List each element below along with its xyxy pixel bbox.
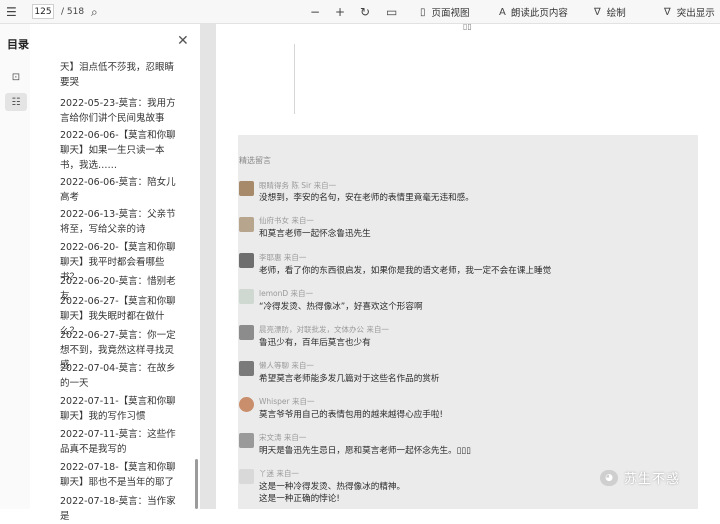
avatar bbox=[239, 361, 254, 376]
comment-text: 老师，看了你的东西很启发，如果你是我的语文老师，我一定不会在课上睡觉 bbox=[259, 266, 552, 276]
plus-icon: + bbox=[335, 5, 346, 19]
comment-author: 眼睛得务 陈 Sir 来自一 bbox=[259, 181, 337, 190]
avatar bbox=[239, 325, 254, 340]
toc-title: 目录 bbox=[7, 38, 29, 51]
avatar bbox=[239, 433, 254, 448]
search-icon: ⌕ bbox=[91, 4, 98, 19]
page-marker: ▯▯ bbox=[463, 22, 472, 31]
toc-item[interactable]: 2022-07-11-【莫言和你聊聊天】我的写作习惯 bbox=[60, 394, 182, 424]
toc-item[interactable]: 2022-07-11-莫言：这些作品真不是我写的 bbox=[60, 427, 182, 457]
rotate-icon: ↻ bbox=[360, 5, 371, 19]
rotate-button[interactable]: ↻ bbox=[360, 0, 370, 24]
toc-item[interactable]: 2022-06-06-莫言：陪女儿高考 bbox=[60, 175, 182, 205]
fit-page-icon: ▭ bbox=[386, 5, 398, 19]
toc-item[interactable]: 天】泪点低不莎我，忍眼睛要哭 bbox=[60, 60, 182, 90]
list-icon: ☷ bbox=[11, 96, 21, 108]
page-view-button[interactable]: ▯ 页面视图 bbox=[420, 0, 470, 24]
read-aloud-label: 朗读此页内容 bbox=[510, 8, 568, 19]
read-aloud-button[interactable]: A 朗读此页内容 bbox=[499, 0, 568, 24]
avatar bbox=[239, 397, 254, 412]
toc-item[interactable]: 2022-06-13-莫言：父亲节将至，写给父亲的诗 bbox=[60, 207, 182, 237]
comment-text: 希望莫言老师能多发几篇对于这些名作品的赏析 bbox=[259, 374, 440, 384]
comment-author: 晨亮漂防，对联批发，文体办公 来自一 bbox=[259, 325, 389, 334]
avatar bbox=[239, 181, 254, 196]
comment-text: 莫言爷爷用自己的表情包用的越来越得心应手啦! bbox=[259, 410, 443, 420]
draw-icon: ∇ bbox=[594, 6, 601, 18]
toc-item[interactable]: 2022-05-23-莫言：我用方言给你们讲个民间鬼故事 bbox=[60, 96, 182, 126]
thumbnails-icon: ⊡ bbox=[11, 71, 21, 83]
toolbar: ☰ 125 / 518 ⌕ − + ↻ ▭ ▯ 页面视图 A 朗读此页内容 ∇ … bbox=[0, 0, 720, 24]
comment-text: 和莫言老师一起怀念鲁迅先生 bbox=[259, 229, 371, 239]
comment-author: 宋文涛 来自一 bbox=[259, 433, 307, 442]
comment-author: 仙府书女 来自一 bbox=[259, 216, 314, 225]
page-rule bbox=[294, 44, 295, 114]
watermark-text: 苏生不惑 bbox=[624, 472, 681, 487]
toc-item[interactable]: 2022-07-18-【莫言和你聊聊天】耶也不是当年的耶了 bbox=[60, 460, 182, 490]
avatar bbox=[239, 469, 254, 484]
avatar bbox=[239, 289, 254, 304]
comments-title: 精选留言 bbox=[239, 156, 271, 165]
toc-item[interactable]: 2022-07-18-莫言：当作家是 bbox=[60, 494, 182, 524]
highlight-button[interactable]: ∇ 突出显示 bbox=[664, 0, 715, 24]
read-aloud-icon: A bbox=[499, 6, 506, 18]
close-toc-button[interactable]: ✕ bbox=[177, 33, 189, 49]
fit-page-button[interactable]: ▭ bbox=[386, 0, 397, 24]
thumbnails-button[interactable]: ⊡ bbox=[5, 68, 27, 86]
menu-icon: ☰ bbox=[6, 5, 17, 19]
toc-toggle-button[interactable]: ☰ bbox=[6, 0, 17, 24]
highlight-icon: ∇ bbox=[664, 6, 671, 18]
toc-list-button[interactable]: ☷ bbox=[5, 93, 27, 111]
zoom-in-button[interactable]: + bbox=[335, 0, 345, 24]
comment-author: 懒人等聊 来自一 bbox=[259, 361, 314, 370]
wechat-icon: ◕ bbox=[600, 469, 618, 486]
avatar bbox=[239, 253, 254, 268]
page-total: / 518 bbox=[61, 7, 85, 17]
comment-author: lemonD 来自一 bbox=[259, 289, 314, 298]
comment-text: 没想到，李安的名句，安在老师的表情里竟毫无违和感。 bbox=[259, 193, 474, 203]
page-view-icon: ▯ bbox=[420, 6, 426, 18]
comment-author: Whisper 来自一 bbox=[259, 397, 315, 406]
comment-text: 这是一种正确的悖论! bbox=[259, 494, 340, 504]
comment-text: 这是一种冷得发烫、热得像冰的精神。 bbox=[259, 482, 406, 492]
comment-author: 丫迷 来自一 bbox=[259, 469, 299, 478]
comment-text: “冷得发烫、热得像冰”，好喜欢这个形容啊 bbox=[259, 302, 423, 312]
close-icon: ✕ bbox=[177, 33, 189, 49]
comment-author: 李耶惠 来自一 bbox=[259, 253, 307, 262]
toc-item[interactable]: 2022-06-06-【莫言和你聊聊天】如果一生只读一本书，我选…… bbox=[60, 128, 182, 173]
page-view-label: 页面视图 bbox=[431, 8, 470, 19]
toc-item[interactable]: 2022-07-04-莫言：在故乡的一天 bbox=[60, 361, 182, 391]
panel-divider[interactable] bbox=[200, 24, 216, 509]
draw-button[interactable]: ∇ 绘制 bbox=[594, 0, 626, 24]
page-number-input[interactable]: 125 bbox=[32, 4, 54, 19]
minus-icon: − bbox=[310, 5, 321, 19]
draw-label: 绘制 bbox=[606, 8, 626, 19]
toc-scrollbar[interactable] bbox=[195, 459, 198, 509]
highlight-label: 突出显示 bbox=[676, 8, 715, 19]
comment-text: 明天是鲁迅先生忌日，愿和莫言老师一起怀念先生。▯▯▯ bbox=[259, 446, 471, 456]
comment-text: 鲁迅少有，百年后莫言也少有 bbox=[259, 338, 371, 348]
zoom-out-button[interactable]: − bbox=[310, 0, 320, 24]
watermark: ◕ 苏生不惑 bbox=[600, 468, 680, 487]
avatar bbox=[239, 217, 254, 232]
search-button[interactable]: ⌕ bbox=[91, 0, 98, 24]
